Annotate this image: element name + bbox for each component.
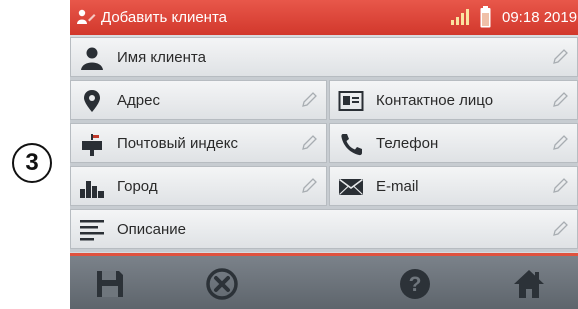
client-name-label: Имя клиента bbox=[117, 49, 206, 66]
cancel-button[interactable] bbox=[204, 266, 240, 302]
description-field[interactable]: Описание bbox=[70, 209, 578, 249]
phone-label: Телефон bbox=[376, 135, 439, 152]
edit-pencil-icon bbox=[553, 221, 568, 236]
mailbox-icon bbox=[82, 134, 102, 156]
signal-icon bbox=[451, 9, 469, 25]
title-bar: Добавить клиента 09:18 2019.02.11 bbox=[70, 0, 578, 35]
home-button[interactable] bbox=[511, 266, 547, 302]
screen-title: Добавить клиента bbox=[101, 9, 227, 26]
edit-pencil-icon bbox=[302, 178, 317, 193]
svg-text:?: ? bbox=[409, 273, 422, 296]
city-field[interactable]: Город bbox=[70, 166, 327, 206]
add-client-icon bbox=[77, 9, 96, 24]
edit-pencil-icon bbox=[553, 135, 568, 150]
save-icon bbox=[97, 271, 123, 297]
address-label: Адрес bbox=[117, 92, 160, 109]
edit-pencil-icon bbox=[553, 178, 568, 193]
phone-field[interactable]: Телефон bbox=[329, 123, 578, 163]
step-badge: 3 bbox=[12, 143, 52, 183]
contact-person-label: Контактное лицо bbox=[376, 92, 494, 109]
contact-person-field[interactable]: Контактное лицо bbox=[329, 80, 578, 120]
contact-card-icon bbox=[338, 91, 364, 111]
device-screen: Добавить клиента 09:18 2019.02.11 bbox=[70, 0, 578, 309]
help-button[interactable]: ? bbox=[397, 266, 433, 302]
client-form: Имя клиента Адрес Контактное лицо Почтов… bbox=[70, 37, 578, 252]
page: 3 Добавить клиента 09:18 2019.02.11 bbox=[0, 0, 578, 309]
envelope-icon bbox=[339, 178, 363, 195]
edit-pencil-icon bbox=[302, 135, 317, 150]
phone-icon bbox=[341, 134, 362, 156]
email-label: E-mail bbox=[376, 178, 419, 195]
step-number: 3 bbox=[25, 149, 39, 176]
date-time: 09:18 2019.02.11 bbox=[502, 9, 578, 26]
postal-code-label: Почтовый индекс bbox=[117, 135, 238, 152]
address-field[interactable]: Адрес bbox=[70, 80, 327, 120]
person-icon bbox=[81, 47, 103, 70]
city-label: Город bbox=[117, 178, 158, 195]
email-field[interactable]: E-mail bbox=[329, 166, 578, 206]
save-button[interactable] bbox=[92, 266, 128, 302]
city-icon bbox=[80, 181, 104, 198]
edit-pencil-icon bbox=[553, 49, 568, 64]
edit-pencil-icon bbox=[302, 92, 317, 107]
postal-code-field[interactable]: Почтовый индекс bbox=[70, 123, 327, 163]
text-lines-icon bbox=[80, 220, 104, 241]
client-name-field[interactable]: Имя клиента bbox=[70, 37, 578, 77]
home-icon bbox=[514, 270, 544, 298]
cancel-icon bbox=[206, 268, 238, 300]
battery-icon bbox=[480, 6, 491, 28]
location-pin-icon bbox=[84, 90, 100, 112]
bottom-toolbar: ? bbox=[70, 253, 578, 309]
edit-pencil-icon bbox=[553, 92, 568, 107]
description-label: Описание bbox=[117, 221, 187, 238]
help-icon: ? bbox=[400, 269, 430, 299]
